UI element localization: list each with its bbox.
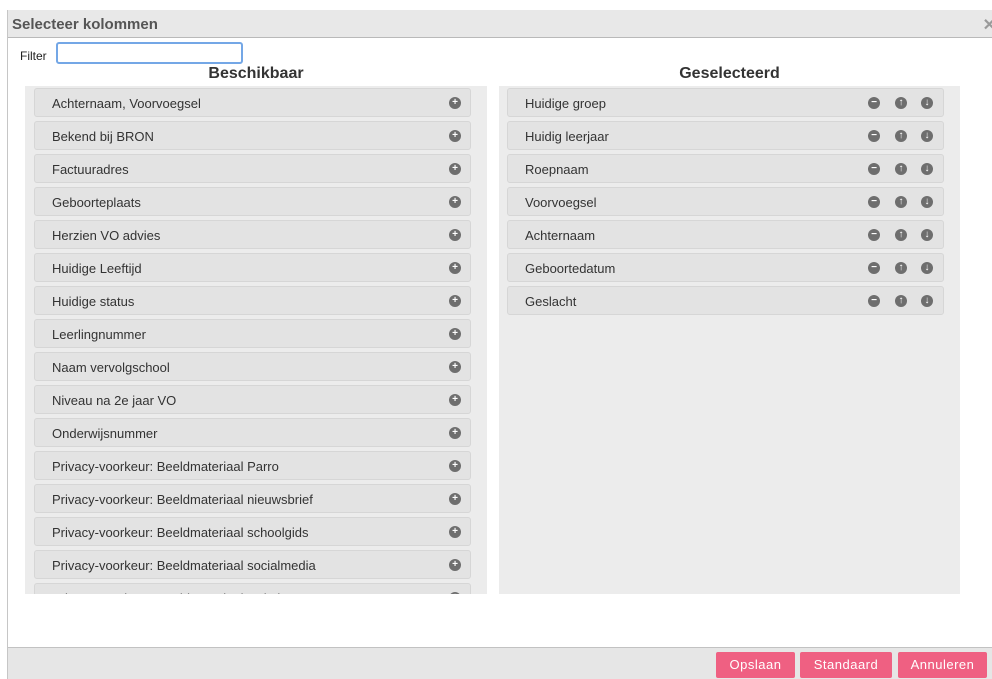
plus-circle-icon[interactable]: + <box>449 493 461 505</box>
plus-circle-icon[interactable]: + <box>449 262 461 274</box>
plus-circle-icon[interactable]: + <box>449 526 461 538</box>
selected-item[interactable]: Achternaam − ↑ ↓ <box>507 220 944 249</box>
available-item[interactable]: Bekend bij BRON + <box>34 121 471 150</box>
filter-label: Filter <box>20 49 47 63</box>
available-item-label: Factuuradres <box>52 162 129 177</box>
arrow-up-circle-icon[interactable]: ↑ <box>895 229 907 241</box>
arrow-up-circle-icon[interactable]: ↑ <box>895 130 907 142</box>
selected-item-label: Huidige groep <box>525 96 606 111</box>
available-item[interactable]: Niveau na 2e jaar VO + <box>34 385 471 414</box>
selected-item[interactable]: Huidige groep − ↑ ↓ <box>507 88 944 117</box>
available-item-label: Privacy-voorkeur: Beeldmateriaal website <box>52 591 291 594</box>
dialog-titlebar[interactable]: Selecteer kolommen ✕ <box>8 10 992 38</box>
plus-circle-icon[interactable]: + <box>449 559 461 571</box>
available-item[interactable]: Huidige Leeftijd + <box>34 253 471 282</box>
minus-circle-icon[interactable]: − <box>868 262 880 274</box>
available-item[interactable]: Leerlingnummer + <box>34 319 471 348</box>
available-item-label: Naam vervolgschool <box>52 360 170 375</box>
minus-circle-icon[interactable]: − <box>868 130 880 142</box>
cancel-button[interactable]: Annuleren <box>898 652 987 678</box>
available-item-label: Huidige status <box>52 294 135 309</box>
available-item-label: Privacy-voorkeur: Beeldmateriaal nieuwsb… <box>52 492 313 507</box>
arrow-down-circle-icon[interactable]: ↓ <box>921 163 933 175</box>
available-item[interactable]: Privacy-voorkeur: Beeldmateriaal website… <box>34 583 471 594</box>
selected-item-label: Voorvoegsel <box>525 195 597 210</box>
plus-circle-icon[interactable]: + <box>449 229 461 241</box>
available-item[interactable]: Achternaam, Voorvoegsel + <box>34 88 471 117</box>
available-item-label: Onderwijsnummer <box>52 426 158 441</box>
available-item-label: Huidige Leeftijd <box>52 261 142 276</box>
minus-circle-icon[interactable]: − <box>868 163 880 175</box>
available-heading: Beschikbaar <box>208 65 304 82</box>
plus-circle-icon[interactable]: + <box>449 394 461 406</box>
plus-circle-icon[interactable]: + <box>449 295 461 307</box>
filter-input[interactable] <box>56 42 243 64</box>
select-columns-dialog: Selecteer kolommen ✕ Filter Beschikbaar … <box>7 10 992 679</box>
available-item-label: Privacy-voorkeur: Beeldmateriaal Parro <box>52 459 279 474</box>
plus-circle-icon[interactable]: + <box>449 361 461 373</box>
selected-item-label: Roepnaam <box>525 162 589 177</box>
available-item-label: Geboorteplaats <box>52 195 141 210</box>
selected-list[interactable]: Huidige groep − ↑ ↓ Huidig leerjaar − ↑ ↓ Roepna… <box>499 86 960 594</box>
arrow-up-circle-icon[interactable]: ↑ <box>895 262 907 274</box>
available-item[interactable]: Naam vervolgschool + <box>34 352 471 381</box>
available-item-label: Privacy-voorkeur: Beeldmateriaal socialm… <box>52 558 316 573</box>
plus-circle-icon[interactable]: + <box>449 163 461 175</box>
available-item-label: Leerlingnummer <box>52 327 146 342</box>
selected-item-label: Geboortedatum <box>525 261 616 276</box>
available-list[interactable]: Achternaam, Voorvoegsel + Bekend bij BRON +… <box>25 86 487 594</box>
selected-item[interactable]: Geslacht − ↑ ↓ <box>507 286 944 315</box>
selected-item[interactable]: Geboortedatum − ↑ ↓ <box>507 253 944 282</box>
arrow-up-circle-icon[interactable]: ↑ <box>895 196 907 208</box>
arrow-down-circle-icon[interactable]: ↓ <box>921 130 933 142</box>
dialog-title: Selecteer kolommen <box>12 16 158 33</box>
arrow-down-circle-icon[interactable]: ↓ <box>921 295 933 307</box>
selected-heading: Geselecteerd <box>679 65 780 82</box>
selected-item[interactable]: Voorvoegsel − ↑ ↓ <box>507 187 944 216</box>
selected-item-label: Geslacht <box>525 294 577 309</box>
available-item[interactable]: Onderwijsnummer + <box>34 418 471 447</box>
arrow-down-circle-icon[interactable]: ↓ <box>921 196 933 208</box>
available-item-label: Privacy-voorkeur: Beeldmateriaal schoolg… <box>52 525 309 540</box>
close-icon[interactable]: ✕ <box>983 15 992 35</box>
arrow-down-circle-icon[interactable]: ↓ <box>921 97 933 109</box>
available-item-label: Herzien VO advies <box>52 228 161 243</box>
plus-circle-icon[interactable]: + <box>449 130 461 142</box>
default-button[interactable]: Standaard <box>800 652 892 678</box>
available-item[interactable]: Herzien VO advies + <box>34 220 471 249</box>
plus-circle-icon[interactable]: + <box>449 427 461 439</box>
dialog-footer: Opslaan Standaard Annuleren <box>8 647 992 679</box>
arrow-up-circle-icon[interactable]: ↑ <box>895 163 907 175</box>
arrow-down-circle-icon[interactable]: ↓ <box>921 229 933 241</box>
plus-circle-icon[interactable]: + <box>449 460 461 472</box>
plus-circle-icon[interactable]: + <box>449 328 461 340</box>
available-item[interactable]: Factuuradres + <box>34 154 471 183</box>
minus-circle-icon[interactable]: − <box>868 196 880 208</box>
plus-circle-icon[interactable]: + <box>449 592 461 594</box>
available-item-label: Achternaam, Voorvoegsel <box>52 96 201 111</box>
selected-item-label: Huidig leerjaar <box>525 129 609 144</box>
minus-circle-icon[interactable]: − <box>868 229 880 241</box>
arrow-up-circle-icon[interactable]: ↑ <box>895 295 907 307</box>
available-item[interactable]: Geboorteplaats + <box>34 187 471 216</box>
available-item-label: Bekend bij BRON <box>52 129 154 144</box>
save-button[interactable]: Opslaan <box>716 652 795 678</box>
available-item-label: Niveau na 2e jaar VO <box>52 393 177 408</box>
selected-item[interactable]: Huidig leerjaar − ↑ ↓ <box>507 121 944 150</box>
available-item[interactable]: Privacy-voorkeur: Beeldmateriaal nieuwsb… <box>34 484 471 513</box>
available-item[interactable]: Privacy-voorkeur: Beeldmateriaal socialm… <box>34 550 471 579</box>
available-item[interactable]: Huidige status + <box>34 286 471 315</box>
available-item[interactable]: Privacy-voorkeur: Beeldmateriaal Parro + <box>34 451 471 480</box>
minus-circle-icon[interactable]: − <box>868 295 880 307</box>
available-item[interactable]: Privacy-voorkeur: Beeldmateriaal schoolg… <box>34 517 471 546</box>
selected-item-label: Achternaam <box>525 228 596 243</box>
selected-item[interactable]: Roepnaam − ↑ ↓ <box>507 154 944 183</box>
arrow-down-circle-icon[interactable]: ↓ <box>921 262 933 274</box>
minus-circle-icon[interactable]: − <box>868 97 880 109</box>
arrow-up-circle-icon[interactable]: ↑ <box>895 97 907 109</box>
plus-circle-icon[interactable]: + <box>449 196 461 208</box>
plus-circle-icon[interactable]: + <box>449 97 461 109</box>
